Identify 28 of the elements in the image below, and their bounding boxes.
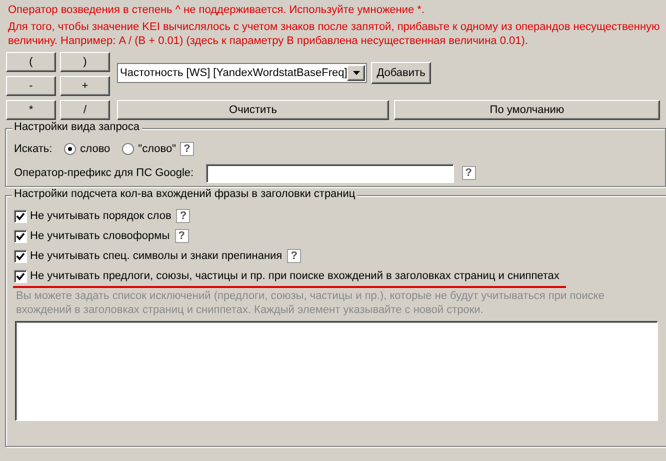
help-button[interactable]: ? <box>287 249 302 263</box>
help-button[interactable]: ? <box>462 166 476 180</box>
search-label: Искать: <box>14 143 52 155</box>
warning-text: Оператор возведения в степень ^ не поддерживается. Используйте умножение *. <box>8 3 426 17</box>
default-button[interactable]: По умолчанию <box>394 100 660 120</box>
help-button[interactable]: ? <box>174 229 189 243</box>
prefix-label: Оператор-префикс для ПС Google: <box>14 167 194 179</box>
button[interactable]: ) <box>60 52 110 72</box>
checkbox-label: Не учитывать порядок слов <box>30 210 172 222</box>
add-button[interactable]: Добавить <box>371 62 431 84</box>
hint-text: Вы можете задать список исключений (предлоги, союзы, частицы и пр.), которые не будут учитываться при поиске вхождений в заголовках страниц и сниппетах. Каждый элемент указывайте с новой строки. <box>16 289 606 317</box>
clear-button[interactable]: Очистить <box>117 100 389 120</box>
checkbox-label: Не учитывать словоформы <box>30 230 170 242</box>
button[interactable]: - <box>6 76 56 96</box>
checkbox-label: Не учитывать спец. символы и знаки препинания <box>30 250 282 262</box>
group-title: Настройки вида запроса <box>12 121 142 133</box>
help-button[interactable]: ? <box>180 142 194 156</box>
help-button[interactable]: ? <box>176 209 190 223</box>
button[interactable]: + <box>60 76 110 96</box>
warning-text: Для того, чтобы значение KEI вычислялось с учетом знаков после запятой, прибавьте к одному из операндов несущественную величину. Например: A / (B + 0.01) (здесь к параметру B прибавлена несущественная величина 0.01). <box>8 20 661 48</box>
checkbox-label: Не учитывать предлоги, союзы, частицы и пр. при поиске вхождений в заголовках страниц и сниппетах <box>30 270 560 282</box>
radio-label: слово <box>80 143 110 155</box>
radio-label: "слово" <box>138 143 176 155</box>
button[interactable]: ( <box>6 52 56 72</box>
button[interactable]: / <box>60 100 110 120</box>
group-title: Настройки подсчета кол-ва вхождений фразы в заголовки страниц <box>12 188 358 200</box>
button[interactable]: * <box>6 100 56 120</box>
field-dropdown[interactable]: Частотность [WS] [YandexWordstatBaseFreq] <box>117 63 367 83</box>
